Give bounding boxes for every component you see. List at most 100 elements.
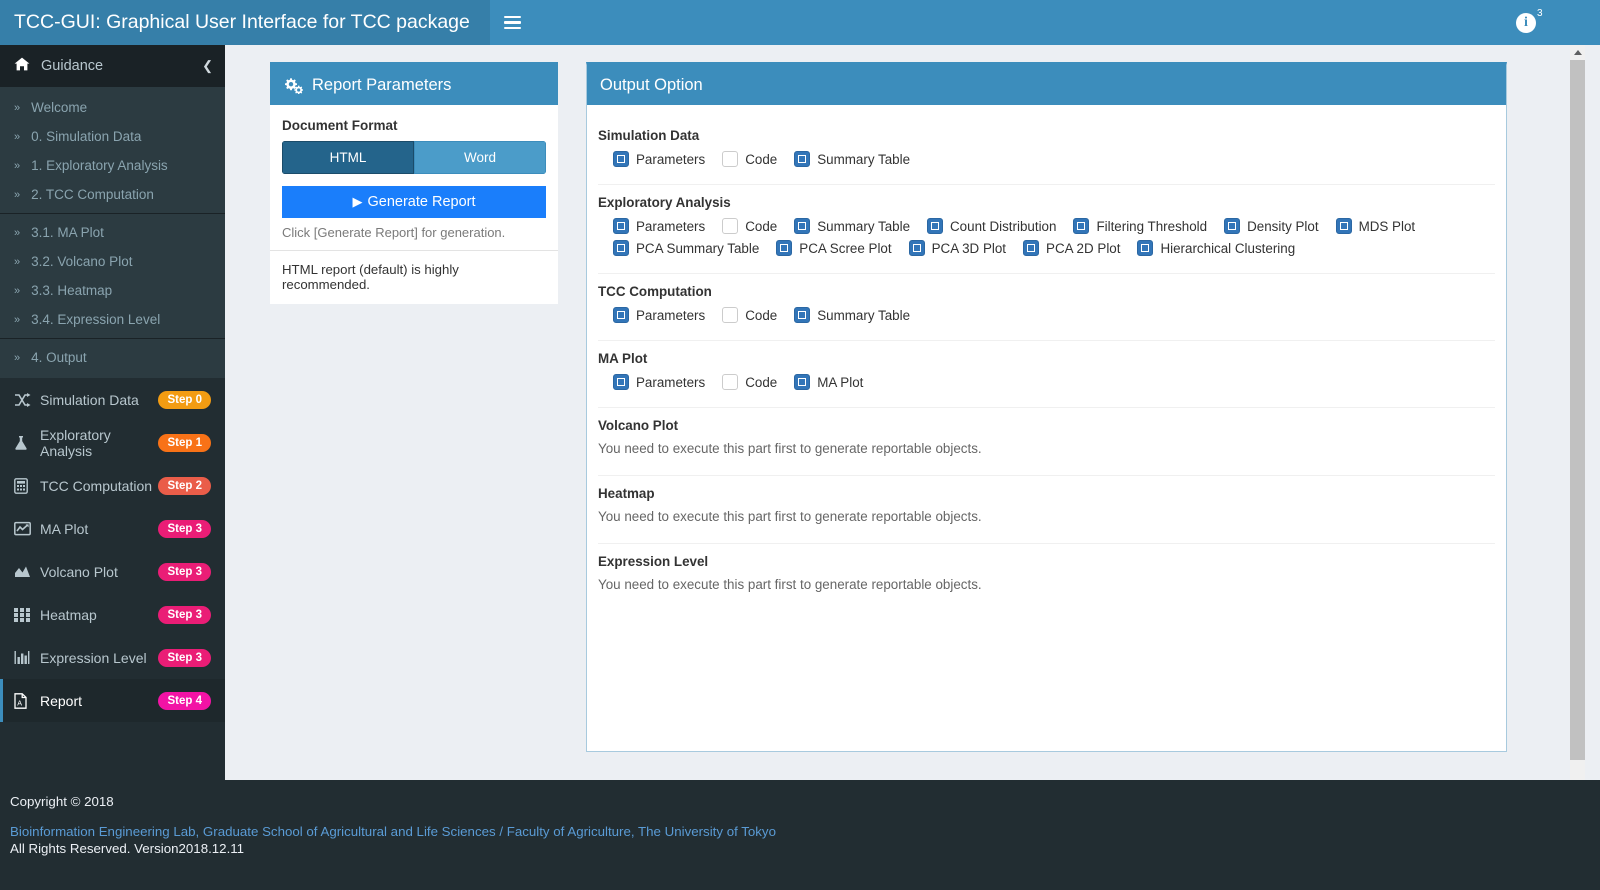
output-section-title: Expression Level [598,554,1495,569]
sidebar-guide-item[interactable]: »3.4. Expression Level [0,305,225,334]
checkbox-label: Code [745,219,777,234]
checkbox-ma-plot[interactable]: MA Plot [794,374,863,390]
checkbox-pca-scree-plot[interactable]: PCA Scree Plot [776,240,891,256]
checkbox-hierarchical-clustering[interactable]: Hierarchical Clustering [1137,240,1295,256]
checkbox-checked-icon[interactable] [613,151,629,167]
checkbox-checked-icon[interactable] [613,218,629,234]
checkbox-code[interactable]: Code [722,218,777,234]
checkbox-checked-icon[interactable] [794,151,810,167]
checkbox-code[interactable]: Code [722,307,777,323]
checkbox-parameters[interactable]: Parameters [613,218,705,234]
sidebar-main-nav: Simulation DataStep 0Exploratory Analysi… [0,378,225,722]
chevron-left-icon[interactable]: ❮ [202,58,213,74]
checkbox-code[interactable]: Code [722,151,777,167]
output-section-note: You need to execute this part first to g… [598,509,1495,524]
checkbox-checked-icon[interactable] [1023,240,1039,256]
sidebar-guide-item[interactable]: »4. Output [0,343,225,372]
sidebar-item-tcc-computation[interactable]: TCC ComputationStep 2 [0,464,225,507]
checkbox-checked-icon[interactable] [776,240,792,256]
output-option-header: Output Option [587,65,1506,105]
format-option-html[interactable]: HTML [282,141,414,174]
app-title: TCC-GUI: Graphical User Interface for TC… [0,0,490,45]
step-badge: Step 3 [158,606,211,624]
sidebar-guide-item-label: 2. TCC Computation [31,187,154,202]
footer-lab-link[interactable]: Bioinformation Engineering Lab, Graduate… [10,824,776,839]
sidebar-guide-item[interactable]: »Welcome [0,93,225,122]
page-scrollbar[interactable] [1570,45,1585,825]
checkbox-row: Parameters Code Summary Table [598,307,1495,329]
checkbox-checked-icon[interactable] [1224,218,1240,234]
checkbox-pca-summary-table[interactable]: PCA Summary Table [613,240,759,256]
step-badge: Step 3 [158,649,211,667]
checkbox-unchecked-icon[interactable] [722,151,738,167]
sidebar-guidance-header[interactable]: Guidance ❮ [0,45,225,87]
checkbox-pca-3d-plot[interactable]: PCA 3D Plot [909,240,1006,256]
sidebar-guide-list-top: »Welcome»0. Simulation Data»1. Explorato… [0,93,225,209]
checkbox-checked-icon[interactable] [1137,240,1153,256]
output-section: MA Plot Parameters Code MA Plot [598,351,1495,408]
cogs-icon [283,77,303,94]
sidebar-item-report[interactable]: AReportStep 4 [0,679,225,722]
checkbox-label: Hierarchical Clustering [1160,241,1295,256]
checkbox-unchecked-icon[interactable] [722,374,738,390]
chevron-double-right-icon: » [14,256,19,268]
checkbox-summary-table[interactable]: Summary Table [794,151,910,167]
sidebar-item-heatmap[interactable]: HeatmapStep 3 [0,593,225,636]
sidebar-item-simulation-data[interactable]: Simulation DataStep 0 [0,378,225,421]
sidebar-guide-item[interactable]: »1. Exploratory Analysis [0,151,225,180]
file-pdf-icon: A [14,693,40,709]
checkbox-checked-icon[interactable] [794,374,810,390]
report-parameters-footer: HTML report (default) is highly recommen… [270,250,558,304]
sidebar-guide-item[interactable]: »2. TCC Computation [0,180,225,209]
checkbox-unchecked-icon[interactable] [722,307,738,323]
checkbox-checked-icon[interactable] [613,374,629,390]
checkbox-checked-icon[interactable] [794,218,810,234]
checkbox-pca-2d-plot[interactable]: PCA 2D Plot [1023,240,1120,256]
sidebar-item-exploratory-analysis[interactable]: Exploratory AnalysisStep 1 [0,421,225,464]
checkbox-filtering-threshold[interactable]: Filtering Threshold [1073,218,1207,234]
checkbox-summary-table[interactable]: Summary Table [794,218,910,234]
checkbox-code[interactable]: Code [722,374,777,390]
checkbox-count-distribution[interactable]: Count Distribution [927,218,1056,234]
checkbox-checked-icon[interactable] [927,218,943,234]
scrollbar-thumb[interactable] [1570,60,1585,760]
checkbox-mds-plot[interactable]: MDS Plot [1336,218,1416,234]
document-format-toggle[interactable]: HTML Word [282,141,546,174]
checkbox-label: MDS Plot [1359,219,1416,234]
sidebar-item-label: Heatmap [40,607,158,623]
checkbox-checked-icon[interactable] [1073,218,1089,234]
checkbox-unchecked-icon[interactable] [722,218,738,234]
sidebar-guide-item[interactable]: »3.2. Volcano Plot [0,247,225,276]
sidebar-guide-item[interactable]: »3.1. MA Plot [0,218,225,247]
sidebar-guide-item[interactable]: »3.3. Heatmap [0,276,225,305]
scroll-up-button[interactable] [1570,45,1585,60]
checkbox-label: Summary Table [817,219,910,234]
checkbox-parameters[interactable]: Parameters [613,374,705,390]
checkbox-density-plot[interactable]: Density Plot [1224,218,1318,234]
sidebar-guide-item[interactable]: »0. Simulation Data [0,122,225,151]
generate-hint: Click [Generate Report] for generation. [282,225,546,240]
sidebar-item-expression-level[interactable]: Expression LevelStep 3 [0,636,225,679]
checkbox-checked-icon[interactable] [1336,218,1352,234]
step-badge: Step 0 [158,391,211,409]
report-parameters-body: Document Format HTML Word ▶ Generate Rep… [270,105,558,250]
chevron-double-right-icon: » [14,160,19,172]
checkbox-parameters[interactable]: Parameters [613,307,705,323]
sidebar-guide-item-label: 3.4. Expression Level [31,312,160,327]
checkbox-summary-table[interactable]: Summary Table [794,307,910,323]
step-badge: Step 3 [158,520,211,538]
checkbox-checked-icon[interactable] [909,240,925,256]
checkbox-checked-icon[interactable] [613,240,629,256]
checkbox-checked-icon[interactable] [794,307,810,323]
sidebar-item-ma-plot[interactable]: MA PlotStep 3 [0,507,225,550]
output-section-title: MA Plot [598,351,1495,366]
checkbox-checked-icon[interactable] [613,307,629,323]
checkbox-parameters[interactable]: Parameters [613,151,705,167]
info-button[interactable]: i 3 [1516,8,1556,38]
sidebar-item-volcano-plot[interactable]: Volcano PlotStep 3 [0,550,225,593]
sidebar-toggle-button[interactable] [490,0,535,45]
checkbox-label: Parameters [636,219,705,234]
generate-report-button[interactable]: ▶ Generate Report [282,186,546,218]
sidebar-divider-1 [0,213,225,214]
format-option-word[interactable]: Word [414,141,546,174]
